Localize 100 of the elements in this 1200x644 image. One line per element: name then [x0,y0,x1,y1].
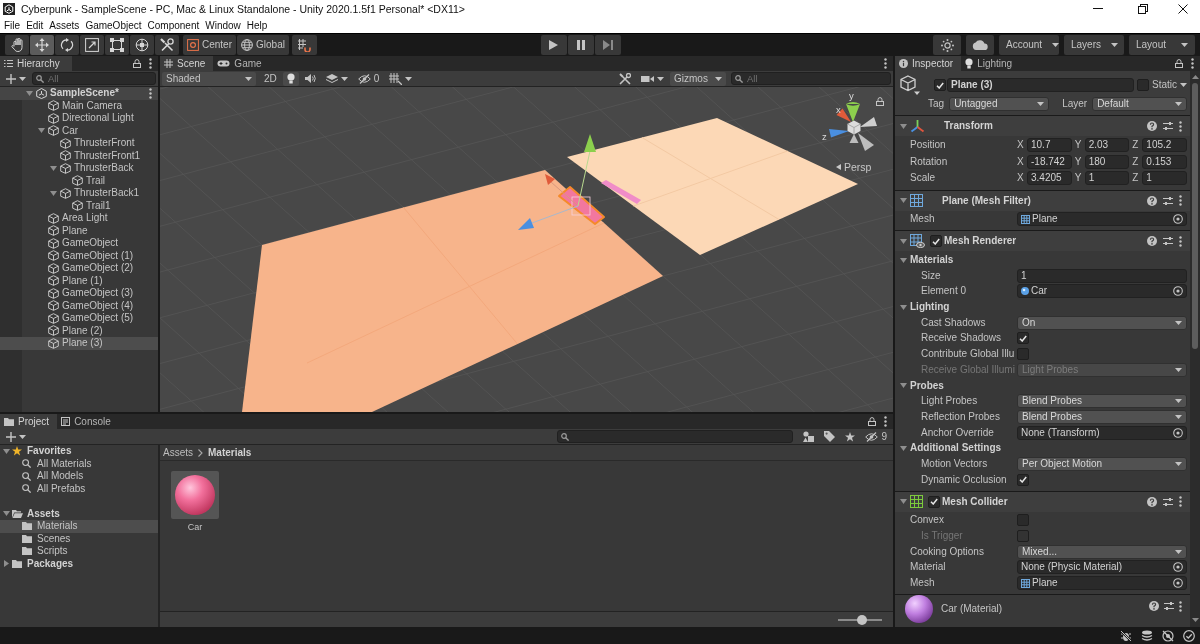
orientation-gizmo-icon[interactable] [828,100,878,152]
lock-icon[interactable] [1175,59,1183,68]
menu-item[interactable]: File [1,18,24,32]
lock-icon[interactable] [133,59,141,68]
menu-item[interactable]: Edit [23,18,47,32]
transform-tool-button[interactable] [130,35,154,55]
hierarchy-item[interactable]: Area Light [0,212,158,225]
breadcrumb-item[interactable]: Assets [163,446,193,459]
object-picker-icon[interactable] [1173,427,1183,438]
kebab-menu-icon[interactable] [149,87,152,99]
foldout-arrow-icon[interactable] [3,560,9,568]
slider-thumb[interactable] [857,614,868,625]
draw-mode-dropdown[interactable]: Shaded [162,71,256,86]
tab[interactable]: Inspector [895,56,962,71]
search-field[interactable]: All [32,72,156,85]
preset-sliders-icon[interactable] [1163,195,1173,206]
toolbar-dropdown[interactable]: Layers [1064,35,1124,55]
kebab-menu-icon[interactable] [149,58,152,69]
tree-item[interactable]: Assets [0,507,158,520]
dropdown[interactable]: Blend Probes [1017,394,1187,409]
preset-sliders-icon[interactable] [1164,601,1174,612]
dropdown[interactable]: Mixed... [1017,544,1187,559]
kebab-menu-icon[interactable] [1191,58,1194,69]
scroll-down-icon[interactable] [1191,618,1199,622]
object-field[interactable]: None (Transform) [1017,425,1187,440]
object-picker-icon[interactable] [1173,286,1183,297]
hand-tool-button[interactable] [5,35,29,55]
cube-icon[interactable] [900,75,920,95]
rotate-tool-button[interactable] [55,35,79,55]
foldout-arrow-icon[interactable] [900,383,907,389]
tree-item[interactable]: All Materials [0,457,158,470]
asset-item[interactable]: Car [170,471,220,533]
foldout-arrow-icon[interactable] [900,238,907,244]
scrollbar-thumb[interactable] [1192,83,1198,349]
hierarchy-item[interactable]: ThrusterFront [0,137,158,150]
hierarchy-item[interactable]: Plane [0,224,158,237]
checkbox[interactable] [934,79,946,91]
toolbar-dropdown[interactable]: Layout [1129,35,1195,55]
menu-item[interactable]: Help [243,18,271,32]
pivot-rotation-button[interactable]: Global [237,35,289,55]
tab[interactable]: Lighting [961,56,1021,71]
tab[interactable]: Hierarchy [0,56,72,71]
tab[interactable]: Game [213,56,270,71]
foldout-arrow-icon[interactable] [2,511,10,517]
number-field[interactable]: 10.7 [1027,138,1072,153]
kebab-menu-icon[interactable] [1179,120,1182,132]
hierarchy-item[interactable]: GameObject (4) [0,299,158,312]
object-field[interactable]: Plane [1017,212,1187,227]
kebab-menu-icon[interactable] [884,416,887,427]
toolbar-dropdown[interactable]: Account [999,35,1059,55]
kebab-menu-icon[interactable] [1179,496,1182,507]
hierarchy-item[interactable]: SampleScene* [0,87,158,100]
checkbox[interactable] [1017,348,1029,361]
move-tool-button[interactable] [30,35,54,55]
snap-button[interactable] [291,35,317,55]
breadcrumb-item[interactable]: Materials [208,446,252,459]
foldout-arrow-icon[interactable] [900,445,907,451]
help-icon[interactable] [1147,236,1157,247]
tab[interactable]: Project [0,414,58,429]
check-circle-icon[interactable] [1183,629,1195,642]
hidden-objects-toggle[interactable]: 0 [353,71,384,86]
tree-item[interactable]: All Prefabs [0,482,158,495]
object-field[interactable]: Plane [1017,576,1187,591]
preset-sliders-icon[interactable] [1163,121,1173,131]
foldout-arrow-icon[interactable] [900,499,907,504]
tree-item[interactable]: Materials [0,520,158,533]
cloud-button[interactable] [966,35,994,55]
checkbox[interactable] [930,235,942,248]
menu-item[interactable]: GameObject [82,18,145,32]
rect-tool-button[interactable] [105,35,129,55]
tree-item[interactable]: Favorites [0,445,158,458]
foldout-arrow-icon[interactable] [900,304,907,310]
foldout-arrow-icon[interactable] [49,165,57,171]
scrollbar[interactable] [1190,71,1200,627]
layer-dropdown[interactable]: Default [1092,96,1187,111]
hierarchy-item[interactable]: ThrusterBack1 [0,187,158,200]
custom-tools-button[interactable] [155,35,179,55]
kebab-menu-icon[interactable] [1179,235,1182,247]
scale-tool-button[interactable] [80,35,104,55]
mode-2d-button[interactable]: 2D [260,71,281,86]
tag-dropdown[interactable]: Untagged [949,96,1050,111]
number-field[interactable]: 1 [1084,171,1130,186]
search-field[interactable] [557,430,794,443]
object-field[interactable]: Car [1017,284,1187,299]
dropdown[interactable]: Per Object Motion [1017,456,1187,471]
search-field[interactable]: All [731,72,891,85]
number-field[interactable]: 0.153 [1142,154,1187,169]
foldout-arrow-icon[interactable] [49,190,57,196]
slashed-circle-icon[interactable] [1162,629,1174,642]
number-field[interactable]: 1 [1017,268,1187,283]
hierarchy-item[interactable]: Trail1 [0,199,158,212]
slashed-bug-icon[interactable] [1120,629,1132,642]
hierarchy-item[interactable]: Main Camera [0,99,158,112]
pivot-mode-button[interactable]: Center [183,35,236,55]
scroll-up-icon[interactable] [1191,75,1199,79]
hierarchy-item[interactable]: ThrusterBack [0,162,158,175]
hidden-packages-toggle[interactable]: 9 [861,429,891,444]
static-dropdown[interactable]: Static [1149,78,1187,92]
hierarchy-item[interactable]: Plane (1) [0,274,158,287]
services-button[interactable] [933,35,961,55]
